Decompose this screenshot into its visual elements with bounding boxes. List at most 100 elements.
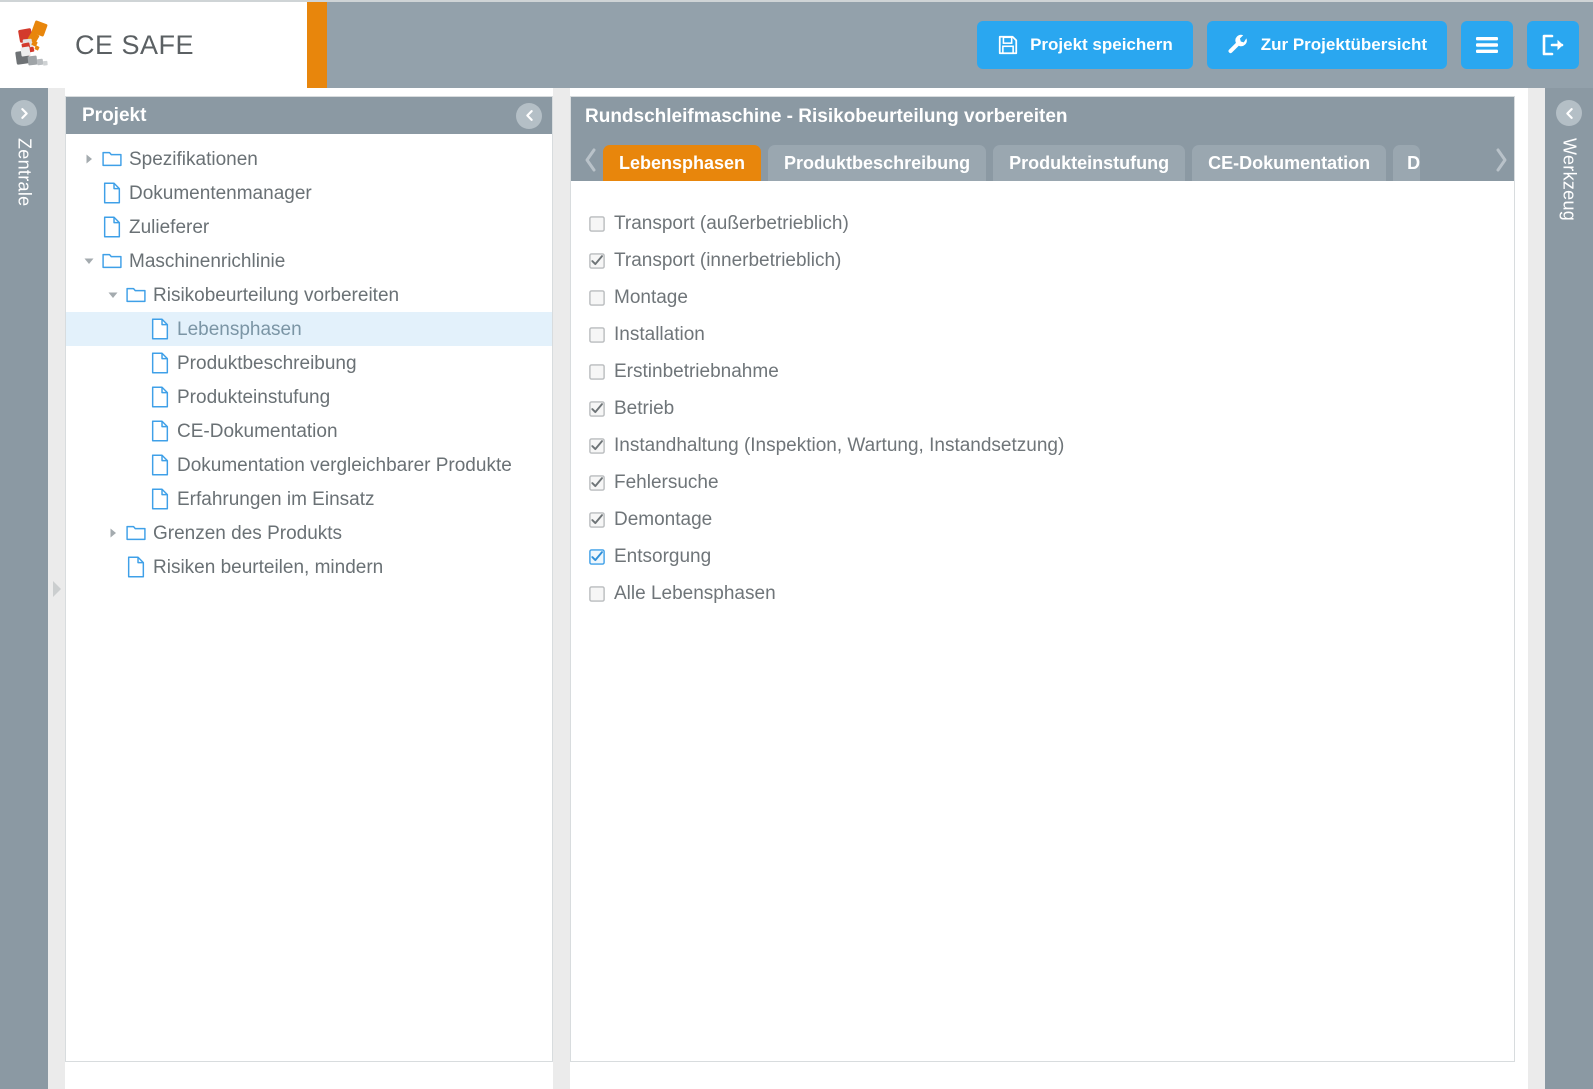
tree-toggle[interactable] — [100, 289, 126, 301]
project-panel-collapse-button[interactable] — [516, 102, 542, 129]
checkbox-unchecked-icon[interactable] — [589, 289, 605, 306]
checkbox-checked[interactable] — [589, 437, 605, 454]
checkbox-checked-icon[interactable] — [589, 548, 605, 565]
menu-button[interactable] — [1461, 21, 1513, 69]
tab-scroll-left-button[interactable] — [577, 139, 603, 181]
file-icon — [151, 420, 169, 442]
save-project-button[interactable]: Projekt speichern — [977, 21, 1193, 69]
tree-item-zulieferer[interactable]: Zulieferer — [66, 210, 552, 244]
tree-item-produkteinstufung[interactable]: Produkteinstufung — [66, 380, 552, 414]
checkbox-row-betrieb[interactable]: Betrieb — [589, 390, 1514, 427]
checkbox-checked[interactable] — [589, 400, 605, 417]
chevron-right-icon — [1496, 148, 1506, 172]
file-icon — [127, 556, 145, 578]
tree-toggle-collapsed-icon[interactable] — [107, 527, 119, 539]
checkbox-unchecked-icon[interactable] — [589, 363, 605, 380]
brand-name: CE SAFE — [75, 29, 195, 60]
checkbox-checked-icon[interactable] — [589, 400, 605, 417]
tree-item-label: Erfahrungen im Einsatz — [177, 488, 375, 510]
checkbox-checked[interactable] — [589, 474, 605, 491]
tree-item-ce-dokumentation[interactable]: CE-Dokumentation — [66, 414, 552, 448]
center-panel-splitter[interactable] — [553, 88, 570, 1089]
file-icon — [151, 454, 169, 476]
brand-logo-area: CE SAFE — [0, 2, 307, 88]
checkbox-row-fehlersuche[interactable]: Fehlersuche — [589, 464, 1514, 501]
folder-icon — [102, 253, 122, 269]
tab-lebensphasen[interactable]: Lebensphasen — [603, 145, 762, 181]
tab-produktbeschreibung[interactable]: Produktbeschreibung — [768, 145, 987, 181]
tree-item-erfahrungen-im-einsatz[interactable]: Erfahrungen im Einsatz — [66, 482, 552, 516]
folder-icon — [102, 151, 122, 167]
folder-icon — [126, 284, 153, 306]
tree-toggle[interactable] — [76, 153, 102, 165]
tree-item-label: Lebensphasen — [177, 318, 302, 340]
tree-item-lebensphasen[interactable]: Lebensphasen — [66, 312, 552, 346]
right-rail-expand-button[interactable] — [1556, 100, 1582, 126]
checkbox-row-entsorgung[interactable]: Entsorgung — [589, 538, 1514, 575]
tree-item-maschinenrichlinie[interactable]: Maschinenrichlinie — [66, 244, 552, 278]
checkbox-checked-icon[interactable] — [589, 437, 605, 454]
hamburger-menu-icon — [1476, 37, 1498, 53]
checkbox-unchecked[interactable] — [589, 215, 605, 232]
tree-toggle[interactable] — [100, 527, 126, 539]
checkbox-unchecked-icon[interactable] — [589, 326, 605, 343]
tab-ce-dokumentation[interactable]: CE-Dokumentation — [1192, 145, 1387, 181]
right-rail-werkzeug[interactable]: Werkzeug — [1545, 88, 1593, 1089]
tree-toggle-collapsed-icon[interactable] — [83, 153, 95, 165]
checkbox-unchecked[interactable] — [589, 326, 605, 343]
file-icon — [151, 352, 169, 374]
checkbox-unchecked[interactable] — [589, 363, 605, 380]
tree-item-dokumentation-vergleichbarer-produkte[interactable]: Dokumentation vergleichbarer Produkte — [66, 448, 552, 482]
checkbox-checked-icon[interactable] — [589, 511, 605, 528]
file-icon — [103, 182, 121, 204]
checkbox-unchecked-icon[interactable] — [589, 585, 605, 602]
save-project-label: Projekt speichern — [1030, 35, 1173, 54]
checkbox-unchecked[interactable] — [589, 585, 605, 602]
checkbox-row-alle-lebensphasen[interactable]: Alle Lebensphasen — [589, 575, 1514, 612]
tree-item-produktbeschreibung[interactable]: Produktbeschreibung — [66, 346, 552, 380]
checkbox-row-erstinbetriebnahme[interactable]: Erstinbetriebnahme — [589, 353, 1514, 390]
project-overview-button[interactable]: Zur Projektübersicht — [1206, 21, 1447, 69]
tab-d[interactable]: D — [1393, 145, 1421, 181]
tree-item-grenzen-des-produkts[interactable]: Grenzen des Produkts — [66, 516, 552, 550]
checkbox-checked-icon[interactable] — [589, 474, 605, 491]
checkbox-row-demontage[interactable]: Demontage — [589, 501, 1514, 538]
tab-produkteinstufung[interactable]: Produkteinstufung — [993, 145, 1186, 181]
file-icon — [126, 556, 153, 578]
checkbox-checked-icon[interactable] — [589, 252, 605, 269]
brand-accent-bar — [307, 2, 327, 88]
checkbox-label: Fehlersuche — [614, 471, 719, 493]
checkbox-row-instandhaltung-inspektion-wartung-instandsetzung[interactable]: Instandhaltung (Inspektion, Wartung, Ins… — [589, 427, 1514, 464]
tree-item-risikobeurteilung-vorbereiten[interactable]: Risikobeurteilung vorbereiten — [66, 278, 552, 312]
tab-strip[interactable]: Lebensphasen Produktbeschreibung Produktei… — [571, 139, 1514, 181]
tree-item-dokumentenmanager[interactable]: Dokumentenmanager — [66, 176, 552, 210]
tabs-container: Lebensphasen Produktbeschreibung Produktei… — [603, 145, 1488, 181]
tree-toggle[interactable] — [76, 255, 102, 267]
checkbox-label: Erstinbetriebnahme — [614, 360, 779, 382]
left-rail-zentrale[interactable]: Zentrale — [0, 88, 48, 1089]
checkbox-row-montage[interactable]: Montage — [589, 279, 1514, 316]
project-tree[interactable]: Spezifikationen Dokumentenmanager Zuliefer… — [66, 134, 552, 1061]
project-panel-title: Projekt — [82, 104, 147, 126]
tree-item-risiken-beurteilen-mindern[interactable]: Risiken beurteilen, mindern — [66, 550, 552, 584]
tree-toggle-expanded-icon[interactable] — [83, 255, 95, 267]
checkbox-row-transport-au-erbetrieblich[interactable]: Transport (außerbetrieblich) — [589, 205, 1514, 242]
left-panel-splitter[interactable] — [48, 88, 65, 1089]
checkbox-label: Betrieb — [614, 397, 675, 419]
checkbox-row-installation[interactable]: Installation — [589, 316, 1514, 353]
left-rail-expand-button[interactable] — [11, 100, 37, 126]
logout-button[interactable] — [1527, 21, 1579, 69]
tab-label: Lebensphasen — [619, 152, 746, 173]
tree-item-spezifikationen[interactable]: Spezifikationen — [66, 142, 552, 176]
tree-toggle-expanded-icon[interactable] — [107, 289, 119, 301]
right-panel-splitter[interactable] — [1528, 88, 1545, 1089]
lifecycle-phase-checklist[interactable]: Transport (außerbetrieblich) Transport (i… — [571, 181, 1514, 1061]
checkbox-checked[interactable] — [589, 548, 605, 565]
checkbox-unchecked-icon[interactable] — [589, 215, 605, 232]
checkbox-checked[interactable] — [589, 511, 605, 528]
checkbox-unchecked[interactable] — [589, 289, 605, 306]
checkbox-checked[interactable] — [589, 252, 605, 269]
tree-item-label: Produktbeschreibung — [177, 352, 357, 374]
tab-scroll-right-button[interactable] — [1488, 139, 1514, 181]
checkbox-row-transport-innerbetrieblich[interactable]: Transport (innerbetrieblich) — [589, 242, 1514, 279]
